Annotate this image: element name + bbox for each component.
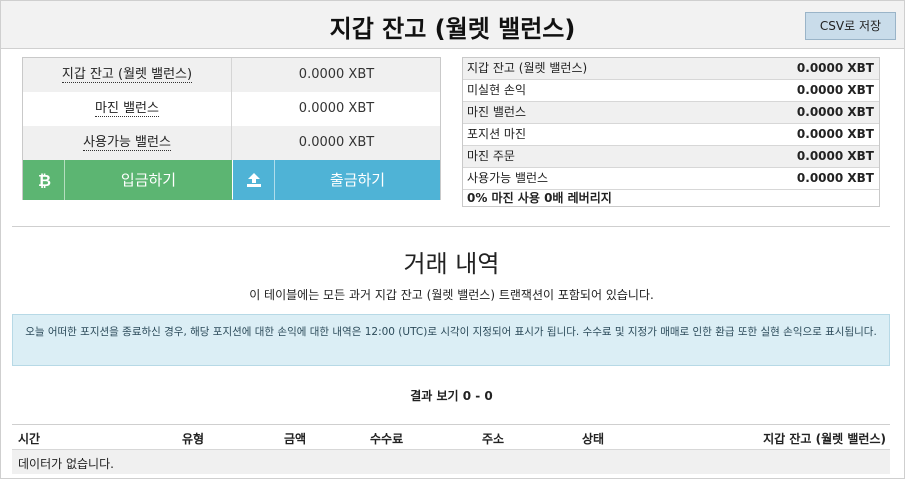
page-header: 지갑 잔고 (월렛 밸런스) CSV로 저장 <box>1 1 904 49</box>
summary-row: 마진 밸런스 0.0000 XBT <box>463 102 879 124</box>
column-header-time[interactable]: 시간 <box>18 430 40 447</box>
balance-row-margin: 마진 밸런스 0.0000 XBT <box>23 92 440 126</box>
column-header-fee[interactable]: 수수료 <box>370 430 403 447</box>
balance-row-wallet: 지갑 잔고 (월렛 밸런스) 0.0000 XBT <box>23 58 440 92</box>
column-header-amount[interactable]: 금액 <box>284 430 306 447</box>
history-title: 거래 내역 <box>403 250 500 278</box>
summary-value: 0.0000 XBT <box>796 83 874 97</box>
summary-value: 0.0000 XBT <box>796 149 874 163</box>
summary-label: 마진 밸런스 <box>467 105 527 119</box>
summary-value: 0.0000 XBT <box>796 127 874 141</box>
summary-label: 마진 주문 <box>467 149 515 163</box>
summary-value: 0.0000 XBT <box>796 105 874 119</box>
section-divider <box>12 226 890 227</box>
balance-label[interactable]: 사용가능 밸런스 <box>83 135 171 151</box>
table-row: 데이터가 없습니다. <box>12 449 890 474</box>
summary-row: 마진 주문 0.0000 XBT <box>463 146 879 168</box>
deposit-button[interactable]: ₿ 입금하기 <box>23 160 232 200</box>
balance-row-available: 사용가능 밸런스 0.0000 XBT <box>23 126 440 160</box>
balance-value: 0.0000 XBT <box>298 101 375 116</box>
results-count: 결과 보기 0 - 0 <box>410 389 493 403</box>
svg-text:₿: ₿ <box>38 171 51 189</box>
summary-value: 0.0000 XBT <box>796 61 874 75</box>
empty-message: 데이터가 없습니다. <box>18 457 114 471</box>
summary-label: 사용가능 밸런스 <box>467 171 549 185</box>
info-notice: 오늘 어떠한 포지션을 종료하신 경우, 해당 포지션에 대한 손익에 대한 내… <box>12 314 890 366</box>
column-header-status[interactable]: 상태 <box>582 430 604 447</box>
summary-row: 사용가능 밸런스 0.0000 XBT <box>463 168 879 190</box>
deposit-label: 입금하기 <box>120 171 177 189</box>
balance-label[interactable]: 지갑 잔고 (월렛 밸런스) <box>61 67 193 83</box>
balance-panel: 지갑 잔고 (월렛 밸런스) 0.0000 XBT 마진 밸런스 0.0000 … <box>22 57 441 200</box>
summary-label: 포지션 마진 <box>467 127 527 141</box>
balance-value: 0.0000 XBT <box>298 135 375 150</box>
bitcoin-icon: ₿ <box>23 160 65 200</box>
summary-label: 지갑 잔고 (월렛 밸런스) <box>467 61 588 75</box>
summary-row: 지갑 잔고 (월렛 밸런스) 0.0000 XBT <box>463 58 879 80</box>
column-header-type[interactable]: 유형 <box>182 430 204 447</box>
history-description: 이 테이블에는 모든 과거 지갑 잔고 (월렛 밸런스) 트랜잭션이 포함되어 … <box>249 288 654 302</box>
summary-label: 미실현 손익 <box>467 83 527 97</box>
summary-row: 포지션 마진 0.0000 XBT <box>463 124 879 146</box>
export-csv-button[interactable]: CSV로 저장 <box>805 12 896 40</box>
table-header: 시간 유형 금액 수수료 주소 상태 지갑 잔고 (월렛 밸런스) <box>12 425 890 449</box>
balance-summary: 지갑 잔고 (월렛 밸런스) 0.0000 XBT 미실현 손익 0.0000 … <box>462 57 880 207</box>
page-title: 지갑 잔고 (월렛 밸런스) <box>329 15 576 43</box>
upload-icon <box>233 160 275 200</box>
balance-label[interactable]: 마진 밸런스 <box>95 101 159 117</box>
withdraw-button[interactable]: 출금하기 <box>233 160 440 200</box>
balance-value: 0.0000 XBT <box>298 67 375 82</box>
column-header-address[interactable]: 주소 <box>482 430 504 447</box>
summary-row: 미실현 손익 0.0000 XBT <box>463 80 879 102</box>
withdraw-label: 출금하기 <box>329 171 386 189</box>
summary-value: 0.0000 XBT <box>796 171 874 185</box>
column-header-wallet-balance[interactable]: 지갑 잔고 (월렛 밸런스) <box>763 430 886 447</box>
leverage-summary: 0% 마진 사용 0배 레버리지 <box>467 191 612 205</box>
history-table: 시간 유형 금액 수수료 주소 상태 지갑 잔고 (월렛 밸런스) 데이터가 없… <box>12 424 890 474</box>
